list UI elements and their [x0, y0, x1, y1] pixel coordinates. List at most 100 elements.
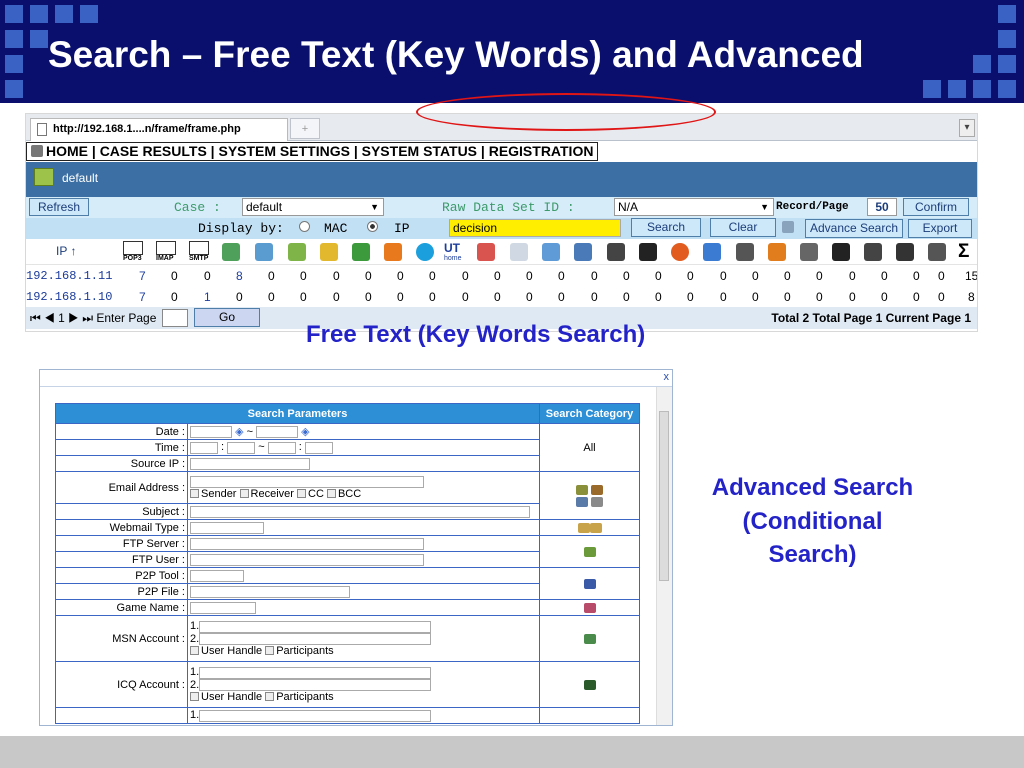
p2p-icon[interactable] [607, 243, 625, 261]
count-cell[interactable]: 0 [591, 269, 598, 283]
main-menu-items[interactable]: HOME | CASE RESULTS | SYSTEM SETTINGS | … [26, 142, 599, 161]
count-cell[interactable]: 0 [784, 290, 791, 304]
count-cell[interactable]: 0 [171, 290, 178, 304]
search-button[interactable]: Search [631, 218, 701, 237]
yahoo-icon[interactable] [320, 243, 338, 261]
count-cell[interactable]: 0 [720, 269, 727, 283]
count-cell[interactable]: 0 [881, 290, 888, 304]
total-sigma-icon[interactable]: Σ [958, 241, 969, 263]
close-button[interactable]: x [664, 371, 670, 383]
count-cell[interactable]: 0 [333, 290, 340, 304]
count-cell[interactable]: 0 [397, 290, 404, 304]
webmail-icon[interactable] [591, 496, 604, 507]
rss-icon[interactable] [768, 243, 786, 261]
smtp-icon[interactable] [591, 484, 604, 495]
time-select[interactable] [190, 441, 218, 454]
firefox-icon[interactable] [671, 243, 689, 261]
count-cell[interactable]: 0 [816, 269, 823, 283]
user-handle-checkbox[interactable] [190, 691, 199, 701]
tools-icon[interactable] [896, 243, 914, 261]
imap-icon[interactable] [575, 496, 588, 507]
count-cell[interactable]: 0 [204, 269, 211, 283]
count-cell[interactable]: 0 [784, 269, 791, 283]
icq-account-input[interactable] [199, 666, 432, 679]
webmail-send-icon[interactable] [255, 243, 273, 261]
count-cell[interactable]: 0 [526, 290, 533, 304]
tab-list-dropdown-icon[interactable]: ▾ [959, 119, 975, 137]
ftp-server-input[interactable] [190, 537, 424, 550]
skype-icon[interactable] [416, 243, 434, 261]
count-cell[interactable]: 0 [938, 290, 945, 304]
count-cell[interactable]: 0 [816, 290, 823, 304]
icq-icon[interactable] [583, 679, 596, 690]
count-cell[interactable]: 0 [429, 290, 436, 304]
folder-icon[interactable] [577, 522, 590, 533]
count-cell[interactable]: 0 [913, 290, 920, 304]
ftp-user-input[interactable] [190, 553, 424, 566]
count-cell[interactable]: 0 [365, 269, 372, 283]
clear-button[interactable]: Clear [710, 218, 776, 237]
raw-data-select[interactable]: N/A ▼ [614, 198, 774, 216]
pop3-icon[interactable] [123, 241, 143, 255]
search-input[interactable]: decision [449, 219, 621, 237]
count-cell[interactable]: 0 [300, 290, 307, 304]
new-tab-button[interactable]: + [290, 118, 320, 139]
ssl-icon[interactable] [864, 243, 882, 261]
count-cell[interactable]: 0 [655, 269, 662, 283]
ftp-icon[interactable] [583, 546, 596, 557]
count-cell[interactable]: 0 [591, 290, 598, 304]
game-icon[interactable] [583, 602, 596, 613]
count-cell[interactable]: 0 [397, 269, 404, 283]
participants-checkbox[interactable] [265, 645, 275, 655]
count-cell[interactable]: 0 [938, 269, 945, 283]
email-input[interactable] [190, 475, 424, 488]
date-from-input[interactable] [190, 426, 232, 439]
ip-sort-header[interactable]: IP ↑ [56, 244, 76, 258]
count-cell[interactable]: 0 [462, 269, 469, 283]
count-cell[interactable]: 0 [752, 290, 759, 304]
msn-account-input[interactable] [199, 632, 432, 645]
icq-icon[interactable] [352, 243, 370, 261]
count-cell[interactable]: 0 [526, 269, 533, 283]
game-icon[interactable] [736, 243, 754, 261]
count-cell[interactable]: 0 [752, 269, 759, 283]
imap-icon[interactable] [156, 241, 176, 255]
export-button[interactable]: Export [908, 219, 972, 238]
count-cell[interactable]: 0 [720, 290, 727, 304]
msn-icon[interactable] [583, 633, 596, 644]
count-cell[interactable]: 0 [494, 269, 501, 283]
count-cell[interactable]: 0 [268, 290, 275, 304]
user-handle-checkbox[interactable] [190, 645, 199, 655]
count-cell[interactable]: 0 [913, 269, 920, 283]
telnet-icon[interactable] [574, 243, 592, 261]
source-ip-input[interactable] [190, 457, 310, 470]
mac-radio[interactable] [299, 221, 310, 232]
count-cell[interactable]: 0 [333, 269, 340, 283]
p2p-file-input[interactable] [190, 585, 350, 598]
proxy-icon[interactable] [928, 243, 946, 261]
confirm-button[interactable]: Confirm [903, 198, 969, 216]
record-page-input[interactable]: 50 [867, 198, 897, 216]
count-cell[interactable]: 7 [139, 290, 146, 304]
chat-icon[interactable] [510, 243, 528, 261]
advance-search-button[interactable]: Advance Search [805, 219, 903, 238]
webmail-type-select[interactable] [190, 521, 264, 534]
count-cell[interactable]: 0 [623, 269, 630, 283]
total-cell[interactable]: 8 [968, 290, 975, 304]
count-cell[interactable]: 0 [462, 290, 469, 304]
count-cell[interactable]: 0 [365, 290, 372, 304]
count-cell[interactable]: 0 [623, 290, 630, 304]
count-cell[interactable]: 0 [687, 290, 694, 304]
count-cell[interactable]: 0 [236, 290, 243, 304]
voip-icon[interactable] [800, 243, 818, 261]
next-account-input[interactable] [199, 709, 432, 722]
count-cell[interactable]: 0 [687, 269, 694, 283]
icq-account-input[interactable] [199, 678, 432, 691]
video-icon[interactable] [639, 243, 657, 261]
qq-icon[interactable] [384, 243, 402, 261]
bcc-checkbox[interactable] [326, 488, 336, 498]
p2p-tool-select[interactable] [190, 569, 244, 582]
receiver-checkbox[interactable] [239, 488, 249, 498]
calendar-icon[interactable]: ◈ [301, 426, 309, 438]
time-select[interactable] [227, 441, 256, 454]
